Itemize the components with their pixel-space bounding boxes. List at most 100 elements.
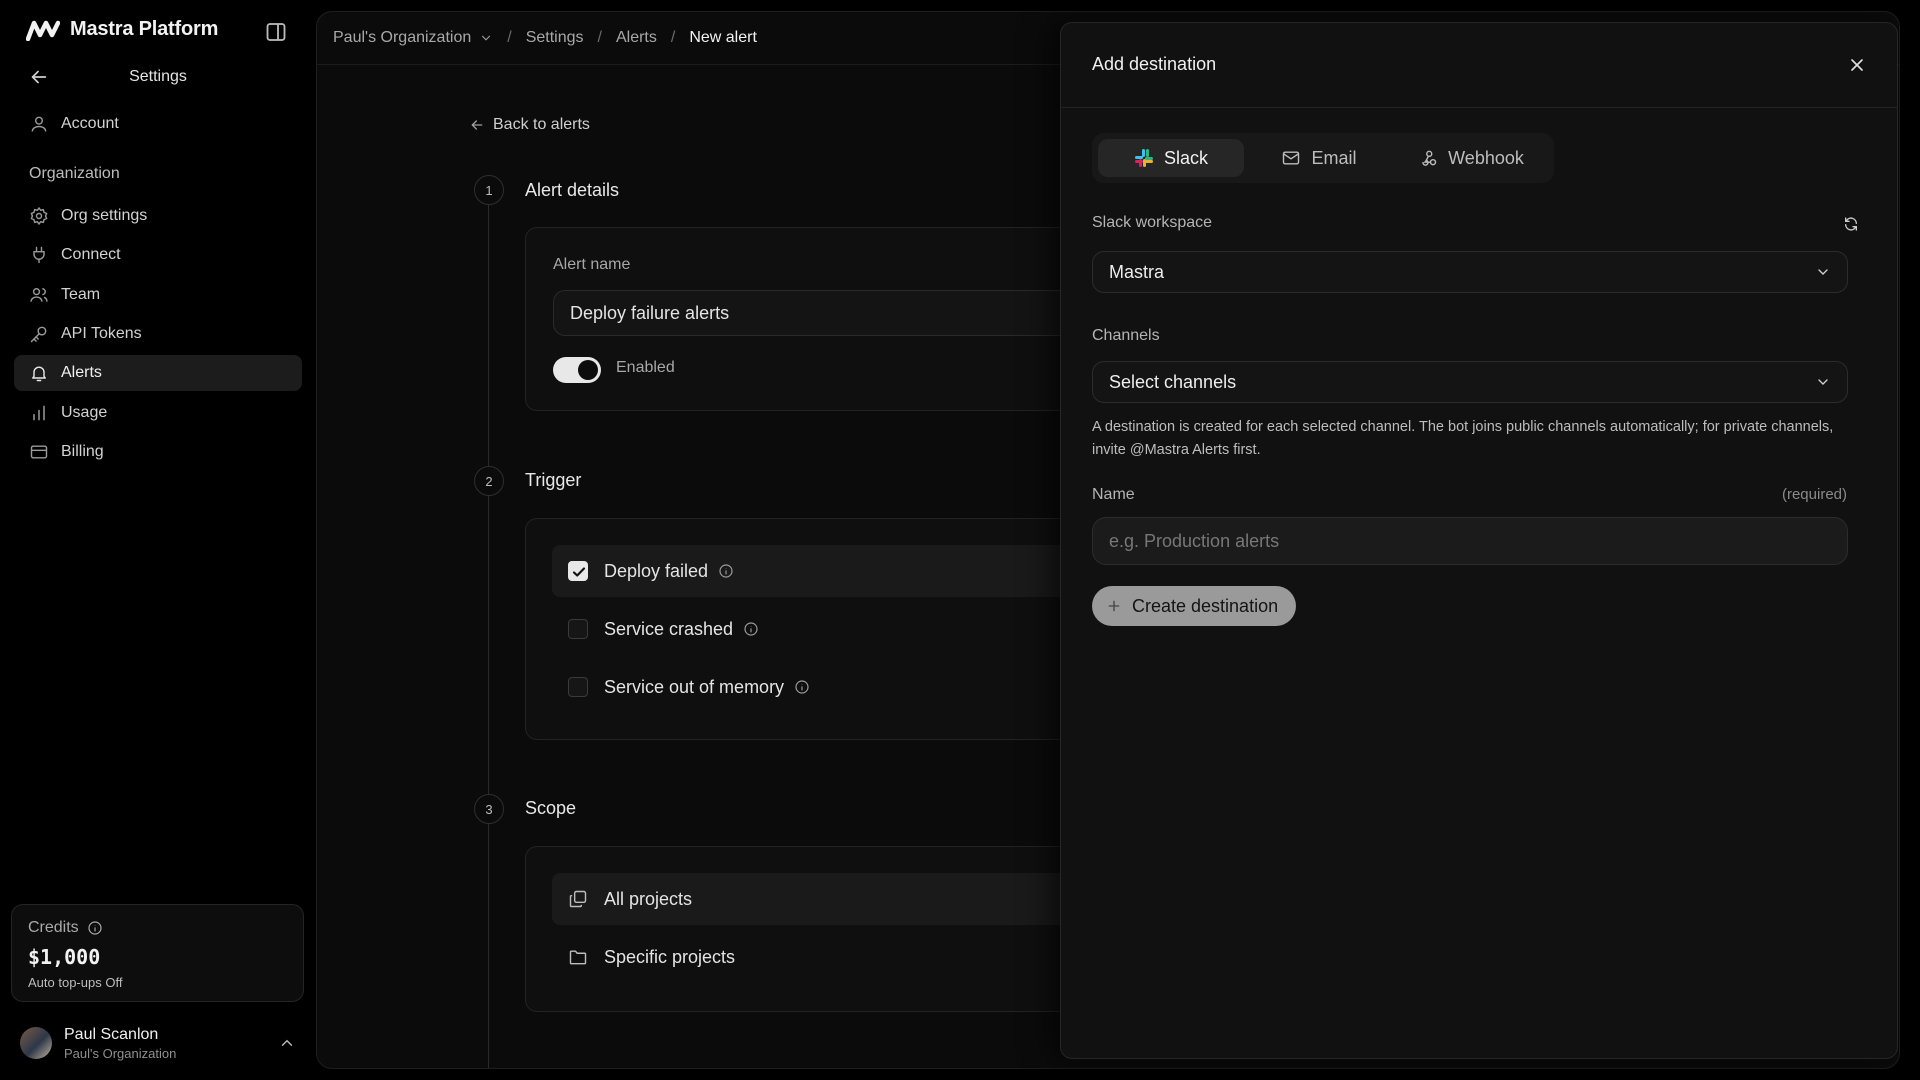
scope-option-label: All projects xyxy=(604,888,693,909)
sidebar-item-label: Team xyxy=(61,286,101,303)
credit-card-icon xyxy=(29,442,49,462)
plug-icon xyxy=(29,245,49,265)
breadcrumb-org-label: Paul's Organization xyxy=(333,29,472,46)
sidebar-item-billing[interactable]: Billing xyxy=(14,434,302,470)
user-name: Paul Scanlon xyxy=(64,1025,159,1043)
breadcrumb-settings[interactable]: Settings xyxy=(526,29,584,47)
name-label: Name xyxy=(1092,486,1135,503)
avatar xyxy=(20,1027,52,1059)
checkbox[interactable] xyxy=(568,619,588,639)
settings-header: Settings xyxy=(28,64,288,90)
step-number: 3 xyxy=(474,794,504,824)
user-info: Paul Scanlon Paul's Organization xyxy=(64,1026,176,1061)
sidebar-item-team[interactable]: Team xyxy=(14,277,302,313)
back-to-alerts-link[interactable]: Back to alerts xyxy=(469,116,590,134)
create-destination-button[interactable]: Create destination xyxy=(1092,586,1297,626)
info-icon[interactable] xyxy=(87,920,103,936)
sidebar-item-label: API Tokens xyxy=(61,325,142,342)
trigger-option-label: Deploy failed xyxy=(604,560,709,581)
required-hint: (required) xyxy=(1781,486,1847,503)
sidebar-item-label: Billing xyxy=(61,443,104,460)
channels-select[interactable]: Select channels xyxy=(1092,361,1848,403)
sidebar-item-usage[interactable]: Usage xyxy=(14,395,302,431)
tab-slack[interactable]: Slack xyxy=(1098,139,1244,177)
trigger-option-label: Service crashed xyxy=(604,618,734,639)
tab-webhook[interactable]: Webhook xyxy=(1394,139,1548,177)
sidebar-item-api-tokens[interactable]: API Tokens xyxy=(14,316,302,352)
step-number: 1 xyxy=(474,175,504,205)
tab-label: Slack xyxy=(1163,147,1208,168)
info-icon[interactable] xyxy=(743,621,759,637)
workspace-value: Mastra xyxy=(1109,261,1165,282)
info-icon[interactable] xyxy=(794,679,810,695)
tab-label: Webhook xyxy=(1448,147,1524,168)
key-icon xyxy=(29,324,49,344)
close-icon[interactable] xyxy=(1847,55,1867,75)
sidebar-section-label: Organization xyxy=(29,165,120,182)
sidebar-item-label: Alerts xyxy=(61,364,102,381)
sidebar-item-label: Account xyxy=(61,115,119,132)
workspace-select[interactable]: Mastra xyxy=(1092,251,1848,293)
back-to-alerts-label: Back to alerts xyxy=(493,116,590,133)
mail-icon xyxy=(1281,148,1301,168)
step-title-trigger: Trigger xyxy=(525,470,582,490)
breadcrumb-separator: / xyxy=(597,29,602,46)
slack-icon xyxy=(1134,148,1154,168)
refresh-icon[interactable] xyxy=(1843,216,1859,232)
trigger-option-label: Service out of memory xyxy=(604,676,785,697)
sidebar-item-label: Connect xyxy=(61,246,121,263)
credits-label: Credits xyxy=(28,919,79,936)
breadcrumb-alerts[interactable]: Alerts xyxy=(616,29,657,47)
arrow-left-icon xyxy=(469,117,485,133)
user-menu[interactable]: Paul Scanlon Paul's Organization xyxy=(20,1020,296,1066)
user-org: Paul's Organization xyxy=(64,1045,177,1061)
sidebar-item-org-settings[interactable]: Org settings xyxy=(14,198,302,234)
alert-name-label: Alert name xyxy=(553,256,631,273)
scope-option-label: Specific projects xyxy=(604,946,736,967)
sidebar: Mastra Platform Settings Account Organiz… xyxy=(0,0,316,1080)
sidebar-item-label: Org settings xyxy=(61,207,148,224)
auto-topup-status: Auto top-ups Off xyxy=(28,975,123,990)
breadcrumb-separator: / xyxy=(670,29,676,46)
channels-placeholder: Select channels xyxy=(1109,371,1237,392)
brand[interactable]: Mastra Platform xyxy=(26,18,218,41)
mastra-logo-icon xyxy=(26,20,60,41)
step-title-scope: Scope xyxy=(525,798,577,818)
sidebar-item-account[interactable]: Account xyxy=(14,106,302,142)
enabled-toggle[interactable] xyxy=(553,357,601,383)
channels-label: Channels xyxy=(1092,327,1160,344)
destination-tabs: Slack Email Webhook xyxy=(1092,133,1554,183)
step-rail xyxy=(488,176,489,1068)
chevron-down-icon xyxy=(1815,264,1831,280)
info-icon[interactable] xyxy=(718,563,734,579)
plus-icon xyxy=(1106,598,1122,614)
chevron-down-icon xyxy=(1815,374,1831,390)
destination-name-input[interactable]: e.g. Production alerts xyxy=(1092,517,1848,565)
gear-icon xyxy=(29,206,49,226)
webhook-icon xyxy=(1418,148,1438,168)
step-number: 2 xyxy=(474,466,504,496)
drawer-title: Add destination xyxy=(1092,54,1217,74)
sidebar-toggle-icon[interactable] xyxy=(264,20,288,44)
credits-label-row: Credits xyxy=(28,919,287,937)
bell-icon xyxy=(29,363,49,383)
checkbox[interactable] xyxy=(568,677,588,697)
breadcrumb-org[interactable]: Paul's Organization xyxy=(333,29,493,47)
folder-icon xyxy=(568,947,588,967)
channels-help-text: A destination is created for each select… xyxy=(1092,419,1834,458)
copy-icon xyxy=(568,889,588,909)
sidebar-item-alerts[interactable]: Alerts xyxy=(14,355,302,391)
enabled-label: Enabled xyxy=(616,359,675,376)
sidebar-item-connect[interactable]: Connect xyxy=(14,237,302,273)
bar-chart-icon xyxy=(29,403,49,423)
chevron-up-icon xyxy=(278,1034,296,1052)
credits-card: Credits $1,000 Auto top-ups Off xyxy=(11,904,304,1002)
brand-name: Mastra Platform xyxy=(70,18,219,40)
sidebar-item-label: Usage xyxy=(61,404,108,421)
chevron-down-icon xyxy=(479,31,493,45)
tab-email[interactable]: Email xyxy=(1244,139,1394,177)
tab-label: Email xyxy=(1311,147,1357,168)
users-icon xyxy=(29,285,49,305)
workspace-label: Slack workspace xyxy=(1092,214,1213,231)
checkbox-checked[interactable] xyxy=(568,561,588,581)
